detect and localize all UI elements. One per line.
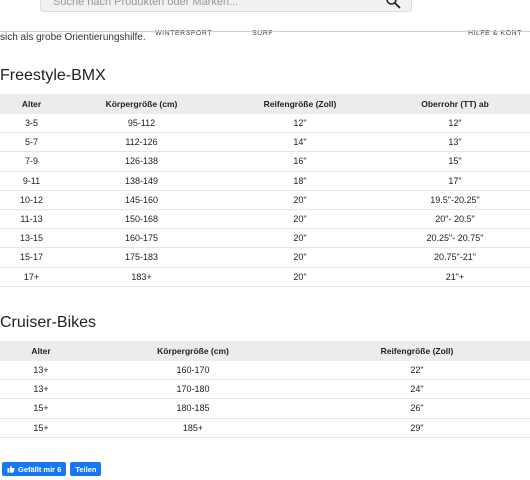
table-cell: 145-160 (63, 190, 220, 210)
table-cell: 20" (220, 190, 380, 210)
table-cell: 15" (380, 151, 530, 172)
table-row: 15+ 185+ 29" (0, 418, 530, 438)
column-header: Alter (0, 94, 63, 114)
table-row: 10-12 145-160 20" 19.5"-20.25" (0, 190, 530, 210)
social-buttons: Gefällt mir 6 Teilen (2, 462, 102, 476)
table-cell: 95-112 (63, 114, 220, 134)
table-cell: 18" (220, 171, 380, 191)
section-title-cruiser-bikes: Cruiser-Bikes (0, 314, 97, 331)
table-cell: 160-175 (63, 228, 220, 249)
table-row: 5-7 112-126 14" 13" (0, 132, 530, 153)
size-table-cruiser-bikes: Alter Körpergröße (cm) Reifengröße (Zoll… (0, 341, 530, 438)
section-title-freestyle-bmx: Freestyle-BMX (0, 67, 106, 84)
table-cell: 21"+ (380, 267, 530, 287)
table-header-row: Alter Körpergröße (cm) Reifengröße (Zoll… (0, 94, 530, 114)
table-cell: 20.75"-21" (380, 247, 530, 268)
column-header: Reifengröße (Zoll) (304, 341, 530, 361)
table-header-row: Alter Körpergröße (cm) Reifengröße (Zoll… (0, 341, 530, 361)
table-cell: 19.5"-20.25" (380, 190, 530, 210)
table-cell: 126-138 (63, 151, 220, 172)
table-cell: 3-5 (0, 114, 63, 134)
table-cell: 183+ (63, 267, 220, 287)
table-cell: 17+ (0, 267, 63, 287)
table-row: 15+ 180-185 26" (0, 398, 530, 419)
table-cell: 15+ (0, 418, 82, 438)
column-header: Alter (0, 341, 82, 361)
table-cell: 20" (220, 247, 380, 268)
table-cell: 10-12 (0, 190, 63, 210)
like-button-label: Gefällt mir 6 (18, 464, 62, 474)
table-cell: 138-149 (63, 171, 220, 191)
table-cell: 11-13 (0, 209, 63, 230)
table-cell: 160-170 (82, 361, 304, 381)
table-cell: 112-126 (63, 132, 220, 153)
table-row: 13+ 160-170 22" (0, 361, 530, 381)
size-table-freestyle-bmx: Alter Körpergröße (cm) Reifengröße (Zoll… (0, 94, 530, 287)
table-cell: 24" (304, 379, 530, 400)
table-cell: 15-17 (0, 247, 63, 268)
table-cell: 13+ (0, 361, 82, 381)
table-cell: 20" (220, 267, 380, 287)
table-cell: 13-15 (0, 228, 63, 249)
table-cell: 22" (304, 361, 530, 381)
column-header: Körpergröße (cm) (63, 94, 220, 114)
table-cell: 15+ (0, 398, 82, 419)
table-cell: 150-168 (63, 209, 220, 230)
table-cell: 7-9 (0, 151, 63, 172)
table-cell: 180-185 (82, 398, 304, 419)
table-cell: 170-180 (82, 379, 304, 400)
table-cell: 12" (220, 114, 380, 134)
table-cell: 9-11 (0, 171, 63, 191)
table-row: 3-5 95-112 12" 12" (0, 114, 530, 134)
table-cell: 175-183 (63, 247, 220, 268)
facebook-like-button[interactable]: Gefällt mir 6 (2, 462, 67, 476)
table-cell: 20" (220, 209, 380, 230)
intro-text: sich als grobe Orientierungshilfe. (0, 32, 146, 43)
table-cell: 12" (380, 114, 530, 134)
search-bar (40, 0, 412, 12)
table-cell: 5-7 (0, 132, 63, 153)
table-cell: 13" (380, 132, 530, 153)
column-header: Oberrohr (TT) ab (380, 94, 530, 114)
table-row: 17+ 183+ 20" 21"+ (0, 267, 530, 287)
table-cell: 20" (220, 228, 380, 249)
table-cell: 16" (220, 151, 380, 172)
table-cell: 13+ (0, 379, 82, 400)
facebook-share-button[interactable]: Teilen (70, 462, 102, 476)
thumbs-up-icon (7, 465, 15, 473)
table-row: 7-9 126-138 16" 15" (0, 151, 530, 172)
search-input[interactable] (53, 0, 353, 11)
column-header: Reifengröße (Zoll) (220, 94, 380, 114)
share-button-label: Teilen (75, 464, 97, 474)
table-cell: 29" (304, 418, 530, 438)
table-cell: 20"- 20.5" (380, 209, 530, 230)
table-cell: 185+ (82, 418, 304, 438)
table-row: 13-15 160-175 20" 20.25"- 20.75" (0, 228, 530, 249)
search-icon[interactable] (385, 0, 401, 9)
table-cell: 20.25"- 20.75" (380, 228, 530, 249)
table-row: 11-13 150-168 20" 20"- 20.5" (0, 209, 530, 230)
table-row: 9-11 138-149 18" 17" (0, 171, 530, 191)
table-cell: 17" (380, 171, 530, 191)
table-row: 13+ 170-180 24" (0, 379, 530, 400)
table-cell: 14" (220, 132, 380, 153)
column-header: Körpergröße (cm) (82, 341, 304, 361)
table-row: 15-17 175-183 20" 20.75"-21" (0, 247, 530, 268)
table-cell: 26" (304, 398, 530, 419)
